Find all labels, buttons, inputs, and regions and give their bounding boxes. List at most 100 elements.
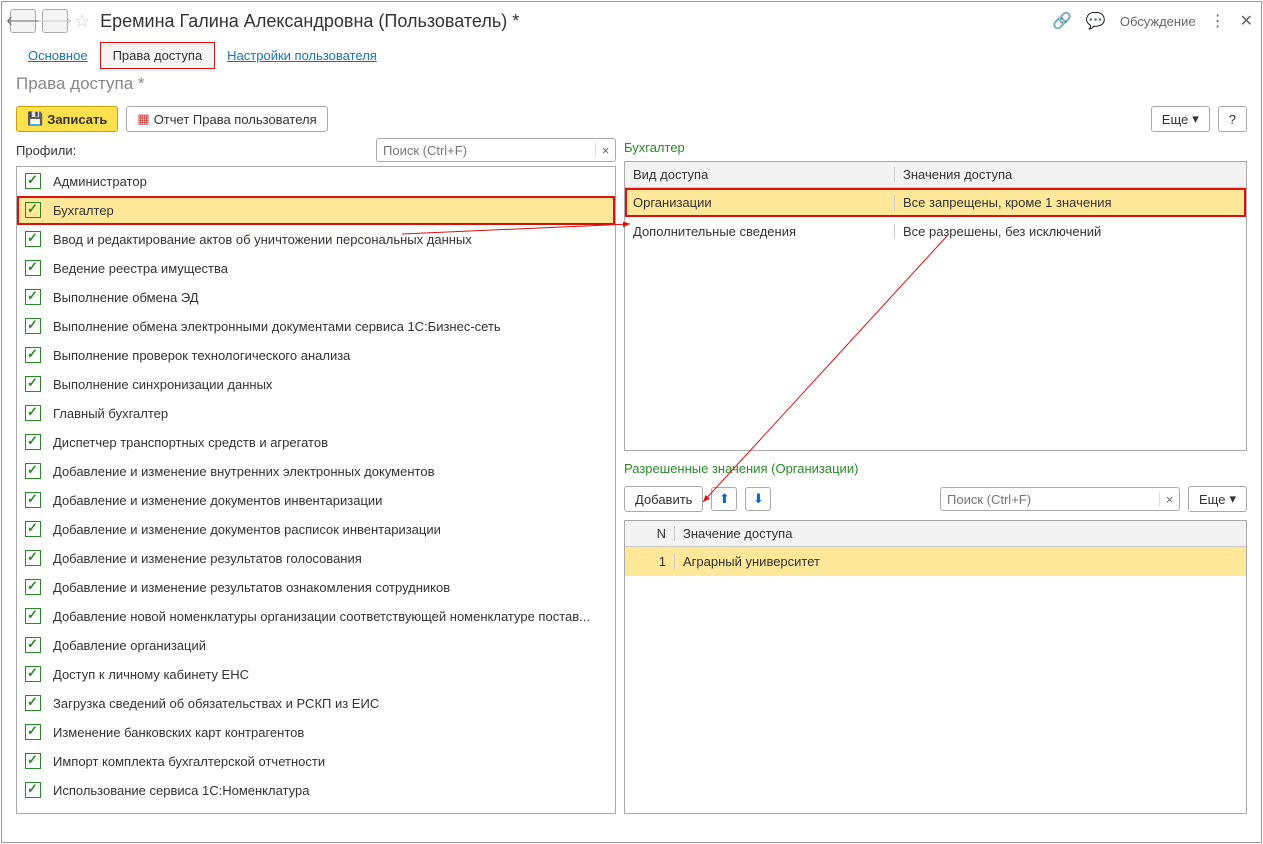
profile-row[interactable]: Выполнение проверок технологического ана… xyxy=(17,341,615,370)
profile-row[interactable]: Использование сервиса 1С:Номенклатура xyxy=(17,776,615,805)
checkbox-icon[interactable] xyxy=(25,434,41,450)
profile-row[interactable]: Добавление и изменение результатов ознак… xyxy=(17,573,615,602)
add-button[interactable]: Добавить xyxy=(624,486,703,512)
section-title: Права доступа * xyxy=(2,68,1261,100)
profile-label: Ведение реестра имущества xyxy=(53,261,228,276)
profile-label: Добавление и изменение результатов голос… xyxy=(53,551,362,566)
profile-row[interactable]: Добавление и изменение документов распис… xyxy=(17,515,615,544)
profile-label: Выполнение обмена электронными документа… xyxy=(53,319,501,334)
profile-search-input[interactable] xyxy=(377,143,595,158)
checkbox-icon[interactable] xyxy=(25,695,41,711)
more-button-1[interactable]: Еще▾ xyxy=(1151,106,1210,132)
tab-rights[interactable]: Права доступа xyxy=(100,42,216,69)
col-kind: Вид доступа xyxy=(625,167,895,182)
profile-row[interactable]: Главный бухгалтер xyxy=(17,399,615,428)
profile-row[interactable]: Ведение реестра имущества xyxy=(17,254,615,283)
profile-row[interactable]: Добавление и изменение внутренних электр… xyxy=(17,457,615,486)
checkbox-icon[interactable] xyxy=(25,260,41,276)
profile-label: Импорт комплекта бухгалтерской отчетност… xyxy=(53,754,325,769)
profile-label: Добавление и изменение документов распис… xyxy=(53,522,441,537)
checkbox-icon[interactable] xyxy=(25,724,41,740)
star-icon[interactable]: ☆ xyxy=(74,11,90,32)
checkbox-icon[interactable] xyxy=(25,492,41,508)
checkbox-icon[interactable] xyxy=(25,405,41,421)
checkbox-icon[interactable] xyxy=(25,666,41,682)
profile-row[interactable]: Изменение банковских карт контрагентов xyxy=(17,718,615,747)
value-row[interactable]: 1Аграрный университет xyxy=(625,547,1246,576)
value-search-input[interactable] xyxy=(941,492,1159,507)
chevron-down-icon: ▾ xyxy=(1229,491,1236,507)
profile-list[interactable]: Администратор БухгалтерВвод и редактирова… xyxy=(17,167,615,813)
checkbox-icon[interactable] xyxy=(25,202,41,218)
report-button[interactable]: ▦Отчет Права пользователя xyxy=(126,106,327,132)
tab-main[interactable]: Основное xyxy=(16,43,100,68)
close-icon[interactable]: ✕ xyxy=(1240,11,1253,31)
profile-row[interactable]: Добавление новой номенклатуры организаци… xyxy=(17,602,615,631)
discuss-label[interactable]: Обсуждение xyxy=(1120,14,1196,29)
tab-settings[interactable]: Настройки пользователя xyxy=(215,43,389,68)
checkbox-icon[interactable] xyxy=(25,318,41,334)
nav-fwd-button[interactable]: 🡒 xyxy=(42,9,68,33)
profile-row[interactable]: Бухгалтер xyxy=(17,196,615,225)
profile-label: Выполнение обмена ЭД xyxy=(53,290,199,305)
checkbox-icon[interactable] xyxy=(25,579,41,595)
access-grid[interactable]: Вид доступа Значения доступа Организации… xyxy=(624,161,1247,451)
profile-row[interactable]: Доступ к личному кабинету ЕНС xyxy=(17,660,615,689)
checkbox-icon[interactable] xyxy=(25,753,41,769)
profile-row[interactable]: Выполнение обмена ЭД xyxy=(17,283,615,312)
help-button[interactable]: ? xyxy=(1218,106,1247,132)
write-button[interactable]: 💾Записать xyxy=(16,106,118,132)
nav-back-button[interactable]: 🡐 xyxy=(10,9,36,33)
profile-row[interactable]: Выполнение синхронизации данных xyxy=(17,370,615,399)
profile-label: Выполнение синхронизации данных xyxy=(53,377,272,392)
value-search[interactable]: × xyxy=(940,487,1180,511)
move-up-button[interactable]: ⬆ xyxy=(711,487,737,511)
checkbox-icon[interactable] xyxy=(25,173,41,189)
move-down-button[interactable]: ⬇ xyxy=(745,487,771,511)
kebab-icon[interactable]: ⋮ xyxy=(1210,11,1226,31)
discuss-icon[interactable]: 💬 xyxy=(1086,11,1106,31)
profile-label: Администратор xyxy=(53,174,147,189)
value-search-clear[interactable]: × xyxy=(1159,492,1179,507)
profile-row[interactable]: Добавление организаций xyxy=(17,631,615,660)
checkbox-icon[interactable] xyxy=(25,347,41,363)
checkbox-icon[interactable] xyxy=(25,608,41,624)
profile-label: Доступ к личному кабинету ЕНС xyxy=(53,667,249,682)
profile-row[interactable]: Добавление и изменение документов инвент… xyxy=(17,486,615,515)
report-icon: ▦ xyxy=(137,111,149,127)
checkbox-icon[interactable] xyxy=(25,231,41,247)
allowed-title: Разрешенные значения (Организации) xyxy=(624,459,1247,478)
profile-label: Добавление и изменение внутренних электр… xyxy=(53,464,434,479)
checkbox-icon[interactable] xyxy=(25,782,41,798)
checkbox-icon[interactable] xyxy=(25,637,41,653)
profile-label: Добавление новой номенклатуры организаци… xyxy=(53,609,590,624)
profile-row[interactable]: Импорт комплекта бухгалтерской отчетност… xyxy=(17,747,615,776)
checkbox-icon[interactable] xyxy=(25,376,41,392)
access-row[interactable]: Дополнительные сведенияВсе разрешены, бе… xyxy=(625,217,1246,246)
profile-row[interactable]: Добавление и изменение результатов голос… xyxy=(17,544,615,573)
profile-row[interactable]: Выполнение обмена электронными документа… xyxy=(17,312,615,341)
profile-label: Главный бухгалтер xyxy=(53,406,168,421)
profile-label: Добавление и изменение результатов ознак… xyxy=(53,580,450,595)
profile-search[interactable]: × xyxy=(376,138,616,162)
checkbox-icon[interactable] xyxy=(25,289,41,305)
checkbox-icon[interactable] xyxy=(25,521,41,537)
more-button-2[interactable]: Еще▾ xyxy=(1188,486,1247,512)
save-icon: 💾 xyxy=(27,111,43,127)
search-clear-icon[interactable]: × xyxy=(595,143,615,158)
access-row[interactable]: ОрганизацииВсе запрещены, кроме 1 значен… xyxy=(625,188,1246,217)
profile-row[interactable]: Ввод и редактирование актов об уничтожен… xyxy=(17,225,615,254)
page-title: Еремина Галина Александровна (Пользовате… xyxy=(100,11,519,32)
profile-row[interactable]: Загрузка сведений об обязательствах и РС… xyxy=(17,689,615,718)
values-grid[interactable]: N Значение доступа 1Аграрный университет xyxy=(624,520,1247,814)
link-icon[interactable]: 🔗 xyxy=(1052,11,1072,31)
profile-row[interactable]: Администратор xyxy=(17,167,615,196)
chevron-down-icon: ▾ xyxy=(1192,111,1199,127)
checkbox-icon[interactable] xyxy=(25,463,41,479)
profile-row[interactable]: Диспетчер транспортных средств и агрегат… xyxy=(17,428,615,457)
profiles-label: Профили: xyxy=(16,143,76,158)
profile-label: Диспетчер транспортных средств и агрегат… xyxy=(53,435,328,450)
checkbox-icon[interactable] xyxy=(25,550,41,566)
profile-label: Использование сервиса 1С:Номенклатура xyxy=(53,783,309,798)
profile-label: Изменение банковских карт контрагентов xyxy=(53,725,304,740)
